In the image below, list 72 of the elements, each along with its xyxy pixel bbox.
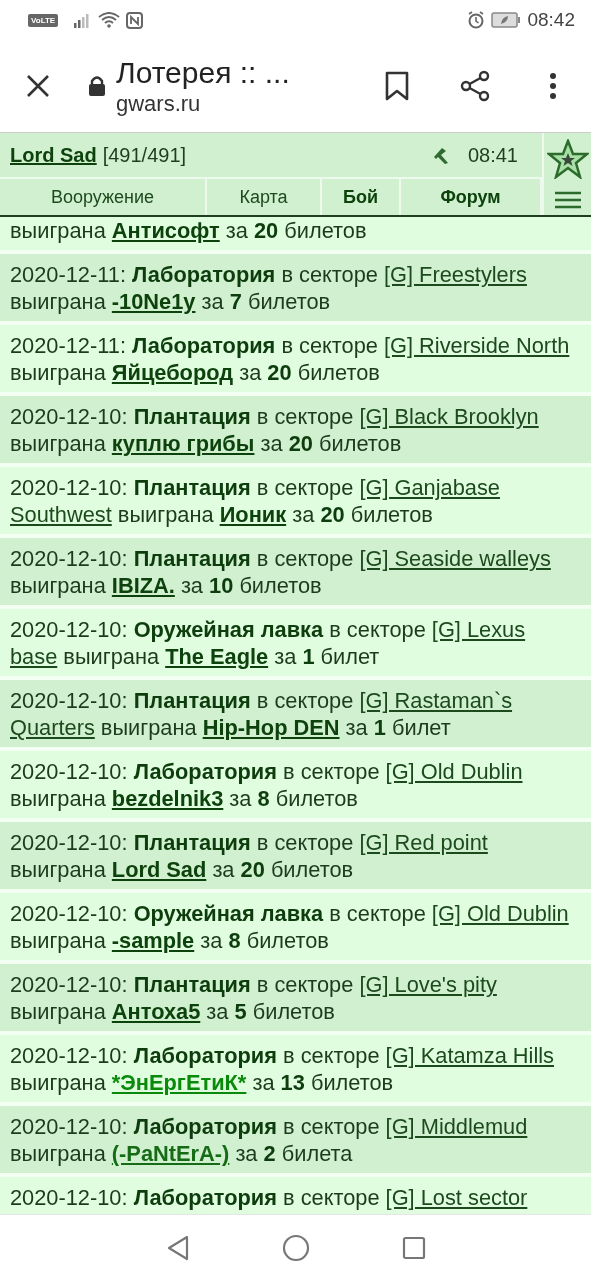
wifi-icon xyxy=(98,12,121,28)
lottery-entry: 2020-12-10: Лаборатория в секторе [G] Katamza Hills выиграна *ЭнЕргЕтиК* за 13 билетов xyxy=(0,1035,591,1102)
sector-link[interactable]: [G] Love's pity xyxy=(359,972,497,997)
status-time: 08:42 xyxy=(527,9,575,31)
player-link[interactable]: Lord Sad xyxy=(10,143,97,167)
share-icon xyxy=(459,70,491,102)
lottery-entry: 2020-12-10: Лаборатория в секторе [G] Old Dublin выиграна bezdelnik3 за 8 билетов xyxy=(0,751,591,818)
nav-tab[interactable]: Вооружение xyxy=(0,179,207,215)
page-domain: gwars.ru xyxy=(116,91,202,117)
sector-link[interactable]: [G] Middlemud xyxy=(385,1114,528,1139)
sector-link[interactable]: [G] Ganjabase xyxy=(359,475,500,500)
winner-link[interactable]: Hip-Hop DEN xyxy=(202,715,340,740)
lottery-entry: выиграна Антисофт за 20 билетов xyxy=(0,217,591,250)
lock-icon xyxy=(88,75,106,97)
winner-link[interactable]: Lord Sad xyxy=(111,857,207,882)
sector-link[interactable]: [G] Katamza Hills xyxy=(385,1043,554,1068)
nav-tab[interactable]: Карта xyxy=(207,179,322,215)
sector-link[interactable]: Southwest xyxy=(10,502,112,527)
lottery-entry: 2020-12-10: Плантация в секторе [G] Love's pity выиграна Антоха5 за 5 билетов xyxy=(0,964,591,1031)
sector-link[interactable]: [G] Old Dublin xyxy=(431,901,569,926)
lottery-entry: 2020-12-10: Плантация в секторе [G] Seaside walleys выиграна IBIZA. за 10 билетов xyxy=(0,538,591,605)
lottery-entry: 2020-12-10: Плантация в секторе [G] Rastaman`s Quarters выиграна Hip-Hop DEN за 1 билет xyxy=(0,680,591,747)
close-icon xyxy=(26,74,50,98)
sector-link[interactable]: base xyxy=(10,644,58,669)
winner-link[interactable]: bezdelnik3 xyxy=(111,786,224,811)
nav-tab[interactable]: Форум xyxy=(401,179,542,215)
lottery-entry: 2020-12-10: Оружейная лавка в секторе [G] Lexus base выиграна The Eagle за 1 билет xyxy=(0,609,591,676)
sector-link[interactable]: [G] Lost sector xyxy=(385,1185,528,1210)
winner-link[interactable]: (-PaNtErA-) xyxy=(111,1141,230,1166)
game-time: 08:41 xyxy=(467,143,518,167)
sector-link[interactable]: [G] Riverside North xyxy=(384,333,570,358)
winner-link[interactable]: -sample xyxy=(111,928,195,953)
menu-icon[interactable] xyxy=(553,189,582,210)
alarm-icon xyxy=(467,11,486,29)
lottery-entry: 2020-12-10: Плантация в секторе [G] Ganjabase Southwest выиграна Ионик за 20 билетов xyxy=(0,467,591,534)
sector-link[interactable]: [G] Rastaman`s xyxy=(359,688,513,713)
winner-link[interactable]: Антисофт xyxy=(111,218,220,243)
lottery-entry: 2020-12-11: Лаборатория в секторе [G] Freestylers выиграна -10Ne1y за 7 билетов xyxy=(0,254,591,321)
sector-link[interactable]: Quarters xyxy=(10,715,95,740)
winner-link[interactable]: Яйцебород xyxy=(111,360,234,385)
winner-link[interactable]: куплю грибы xyxy=(111,431,255,456)
nav-tab[interactable]: Бой xyxy=(322,179,401,215)
more-icon xyxy=(549,72,557,100)
battery-icon xyxy=(491,12,522,28)
lottery-entry: 2020-12-10: Оружейная лавка в секторе [G] Old Dublin выиграна -sample за 8 билетов xyxy=(0,893,591,960)
lottery-entry: 2020-12-10: Лаборатория в секторе [G] Lost sector xyxy=(0,1177,591,1214)
back-icon[interactable] xyxy=(165,1234,190,1261)
winner-link[interactable]: Ионик xyxy=(219,502,287,527)
lottery-entry: 2020-12-10: Плантация в секторе [G] Red point выиграна Lord Sad за 20 билетов xyxy=(0,822,591,889)
sector-link[interactable]: [G] Seaside walleys xyxy=(359,546,551,571)
page-title: Лотерея :: ... xyxy=(116,55,291,91)
winner-link[interactable]: *ЭнЕргЕтиК* xyxy=(111,1070,247,1095)
home-icon[interactable] xyxy=(281,1233,310,1262)
winner-link[interactable]: The Eagle xyxy=(165,644,269,669)
winner-link[interactable]: Антоха5 xyxy=(111,999,201,1024)
sector-link[interactable]: [G] Freestylers xyxy=(384,262,527,287)
lottery-entry: 2020-12-11: Лаборатория в секторе [G] Riverside North выиграна Яйцебород за 20 билетов xyxy=(0,325,591,392)
recents-icon[interactable] xyxy=(401,1235,426,1260)
winner-link[interactable]: -10Ne1y xyxy=(111,289,196,314)
nfc-icon xyxy=(126,11,144,29)
winner-link[interactable]: IBIZA. xyxy=(111,573,175,598)
lottery-entry: 2020-12-10: Плантация в секторе [G] Black Brooklyn выиграна куплю грибы за 20 билетов xyxy=(0,396,591,463)
hammer-icon xyxy=(431,145,450,165)
sector-link[interactable]: [G] Black Brooklyn xyxy=(359,404,539,429)
player-hp: [491/491] xyxy=(102,143,188,167)
star-icon[interactable] xyxy=(546,138,589,179)
sector-link[interactable]: [G] Lexus xyxy=(431,617,526,642)
lottery-entry: 2020-12-10: Лаборатория в секторе [G] Middlemud выиграна (-PaNtErA-) за 2 билета xyxy=(0,1106,591,1173)
volte-badge: VoLTE xyxy=(28,13,59,27)
sector-link[interactable]: [G] Old Dublin xyxy=(385,759,523,784)
bookmark-icon xyxy=(385,71,409,101)
sector-link[interactable]: [G] Red point xyxy=(359,830,488,855)
